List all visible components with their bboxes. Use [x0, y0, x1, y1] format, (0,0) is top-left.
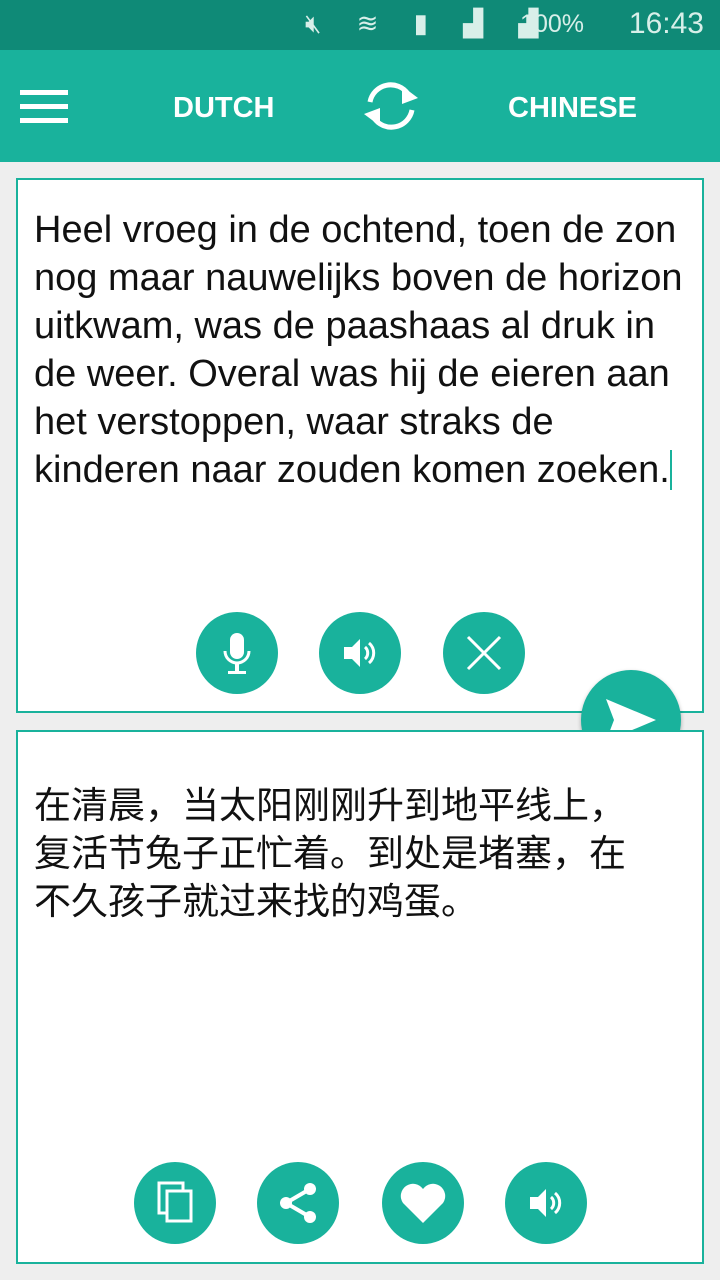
- share-button[interactable]: [257, 1162, 339, 1244]
- heart-icon: [400, 1183, 446, 1223]
- clock: 16:43: [628, 7, 704, 40]
- text-caret: [669, 450, 672, 490]
- target-panel: 在清晨，当太阳刚刚升到地平线上，复活节兔子正忙着。到处是堵塞，在不久孩子就过来找…: [16, 730, 704, 1264]
- copy-button[interactable]: [134, 1162, 216, 1244]
- speaker-icon: [530, 1189, 562, 1217]
- swap-languages-icon[interactable]: [358, 76, 424, 136]
- source-text[interactable]: Heel vroeg in de ochtend, toen de zon no…: [34, 209, 683, 491]
- battery-level: 100%: [520, 10, 584, 38]
- source-panel: Heel vroeg in de ochtend, toen de zon no…: [16, 178, 704, 713]
- status-bar: 🔇︎ ≋ ▮ ▟ ▟ 100% 16:43: [0, 0, 720, 50]
- close-icon: [466, 635, 502, 671]
- menu-icon[interactable]: [20, 90, 68, 124]
- speak-translation-button[interactable]: [505, 1162, 587, 1244]
- microphone-icon: [223, 633, 251, 674]
- status-icons: 🔇︎ ≋ ▮ ▟ ▟: [305, 8, 553, 38]
- source-language-button[interactable]: DUTCH: [173, 92, 275, 125]
- clear-button[interactable]: [443, 612, 525, 694]
- favorite-button[interactable]: [382, 1162, 464, 1244]
- app-bar: DUTCH CHINESE: [0, 50, 720, 162]
- copy-icon: [157, 1181, 193, 1223]
- source-text-input[interactable]: Heel vroeg in de ochtend, toen de zon no…: [34, 206, 692, 494]
- translated-text: 在清晨，当太阳刚刚升到地平线上，复活节兔子正忙着。到处是堵塞，在不久孩子就过来找…: [34, 785, 626, 922]
- target-language-button[interactable]: CHINESE: [508, 92, 637, 125]
- speaker-icon: [344, 639, 376, 667]
- microphone-button[interactable]: [196, 612, 278, 694]
- speak-source-button[interactable]: [319, 612, 401, 694]
- share-icon: [280, 1183, 316, 1223]
